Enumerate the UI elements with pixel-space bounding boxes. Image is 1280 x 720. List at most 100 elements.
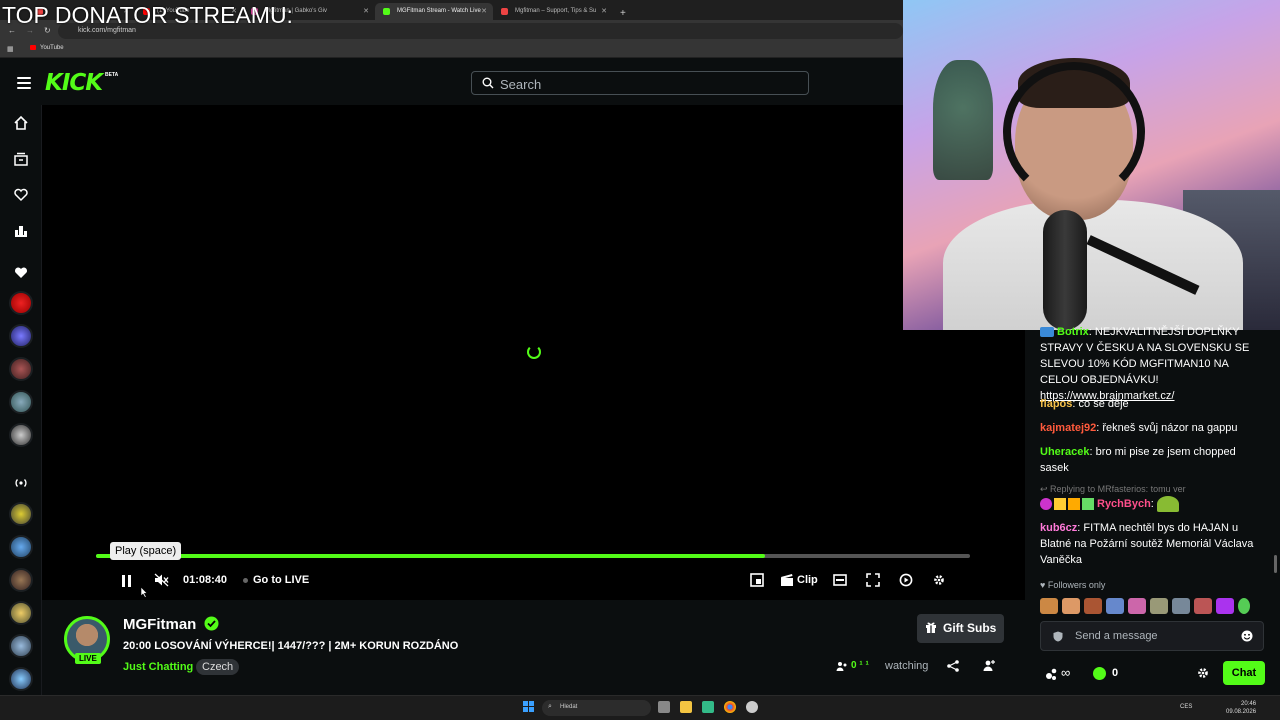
close-icon[interactable]: ✕ (481, 7, 487, 15)
reply-context-text: Replying to MRfasterios: tomu ver (1050, 484, 1186, 494)
task-view-icon[interactable] (658, 701, 670, 713)
recommended-channel-avatar[interactable] (9, 502, 33, 526)
streamer-webcam (903, 0, 1280, 330)
clip-button[interactable]: Clip (797, 574, 818, 586)
followed-channel-avatar[interactable] (9, 423, 33, 447)
playback-speed-icon[interactable] (899, 573, 913, 587)
tab-favicon (501, 8, 508, 15)
emote-icon[interactable] (1238, 598, 1250, 614)
following-heart-icon[interactable] (13, 187, 29, 203)
recommended-channel-avatar[interactable] (9, 535, 33, 559)
leaderboard-icon[interactable] (13, 223, 29, 239)
file-explorer-icon[interactable] (680, 701, 692, 713)
gifter-badge-icon (1082, 498, 1094, 511)
store-icon[interactable] (702, 701, 714, 713)
followed-channel-avatar[interactable] (9, 291, 33, 315)
close-icon[interactable]: ✕ (363, 7, 369, 15)
followed-channel-avatar[interactable] (9, 324, 33, 348)
channel-name[interactable]: MGFitman (123, 616, 196, 633)
settings-app-icon[interactable] (746, 701, 758, 713)
followers-only-label: ♥ Followers only (1040, 580, 1106, 590)
kick-logo[interactable]: KICK (45, 70, 103, 96)
progress-fill (96, 554, 765, 558)
search-input[interactable]: Search (471, 71, 809, 95)
send-chat-button[interactable]: Chat (1223, 661, 1265, 685)
settings-gear-icon[interactable] (932, 573, 946, 587)
chat-username[interactable]: flapos (1040, 398, 1072, 410)
chat-rules-shield-icon[interactable] (1053, 631, 1063, 642)
chat-message: flapos: co se děje (1040, 398, 1129, 410)
emote-icon[interactable] (1150, 598, 1168, 614)
browse-icon[interactable] (13, 151, 29, 167)
emote-icon[interactable] (1128, 598, 1146, 614)
emote-icon[interactable] (1216, 598, 1234, 614)
system-clock[interactable]: 20:46 09.08.2026 (1226, 700, 1256, 716)
recommended-channel-avatar[interactable] (9, 634, 33, 658)
channel-points-icon[interactable] (1045, 667, 1075, 681)
emoji-picker-icon[interactable] (1241, 630, 1253, 642)
crown-badge-icon (1068, 498, 1080, 511)
chrome-icon[interactable] (724, 701, 736, 713)
stream-title: 20:00 LOSOVÁNÍ VÝHERCE!| 1447/??? | 2M+ … (123, 640, 459, 652)
recommended-channel-avatar[interactable] (9, 568, 33, 592)
chat-message: RychBych: (1040, 496, 1262, 513)
emote-icon[interactable] (1040, 598, 1058, 614)
go-to-live-button[interactable]: Go to LIVE (243, 574, 309, 586)
emote-icon[interactable] (1084, 598, 1102, 614)
chat-scrollbar[interactable] (1274, 555, 1277, 573)
gift-badge-icon (1054, 498, 1066, 511)
tag-czech[interactable]: Czech (196, 659, 240, 675)
loading-spinner-icon (527, 345, 541, 359)
home-icon[interactable] (13, 115, 29, 131)
kick-coin-icon[interactable] (1093, 667, 1106, 680)
recommended-channel-avatar[interactable] (9, 601, 33, 625)
chat-settings-gear-icon[interactable] (1196, 666, 1210, 680)
play-tooltip: Play (space) (110, 542, 182, 560)
emote-icon[interactable] (1106, 598, 1124, 614)
chat-username[interactable]: kub6cz (1040, 522, 1077, 534)
webcam-plant (933, 60, 993, 180)
emote-icon[interactable] (1062, 598, 1080, 614)
browser-tab-5[interactable]: Mgfitman – Support, Tips & Su ✕ (493, 3, 613, 20)
hamburger-menu-icon[interactable] (17, 77, 31, 89)
browser-tab-active[interactable]: MGFitman Stream - Watch Live ✕ (375, 3, 493, 20)
category-link[interactable]: Just Chatting (123, 661, 193, 673)
new-tab-button[interactable]: + (614, 3, 634, 20)
sub-badge-icon (1040, 498, 1052, 511)
beta-badge: BETA (105, 72, 119, 78)
webcam-person-body (943, 200, 1243, 330)
keyboard-language[interactable]: CES (1180, 704, 1192, 710)
bookmark-youtube[interactable]: YouTube (30, 45, 64, 51)
recommended-channel-avatar[interactable] (9, 667, 33, 691)
pause-button[interactable] (122, 574, 134, 587)
chat-input-placeholder: Send a message (1075, 630, 1158, 642)
emote-icon[interactable] (1194, 598, 1212, 614)
clock-date: 09.08.2026 (1226, 709, 1257, 715)
share-icon[interactable] (947, 660, 959, 672)
taskbar-search-input[interactable]: ⌕ Hledat (542, 700, 651, 716)
progress-bar[interactable] (96, 554, 970, 558)
clip-icon[interactable] (780, 573, 794, 587)
chat-message-input[interactable]: Send a message (1040, 621, 1264, 651)
followed-channel-avatar[interactable] (9, 390, 33, 414)
search-icon (482, 77, 494, 89)
emote-icon[interactable] (1172, 598, 1190, 614)
chat-username[interactable]: Botrix (1057, 326, 1089, 338)
live-badge: LIVE (75, 653, 101, 664)
theater-mode-icon[interactable] (833, 573, 847, 587)
chat-username[interactable]: kajmatej92 (1040, 422, 1096, 434)
chat-username[interactable]: RychBych (1097, 498, 1151, 510)
viewer-count: 0 ¹ ¹ (851, 660, 869, 671)
verified-badge-icon (204, 616, 219, 631)
followed-channel-avatar[interactable] (9, 357, 33, 381)
close-icon[interactable]: ✕ (601, 7, 607, 15)
chat-username[interactable]: Uheracek (1040, 446, 1090, 458)
apps-grid-icon[interactable]: ▦ (7, 45, 14, 53)
reply-context: ↩ Replying to MRfasterios: tomu ver (1040, 484, 1186, 494)
muted-speaker-icon[interactable] (154, 573, 169, 587)
fullscreen-icon[interactable] (866, 573, 880, 587)
picture-in-picture-icon[interactable] (750, 573, 764, 587)
follow-user-icon[interactable] (983, 659, 995, 671)
windows-start-icon[interactable] (523, 701, 534, 712)
followed-channels-heart-icon (14, 267, 28, 278)
